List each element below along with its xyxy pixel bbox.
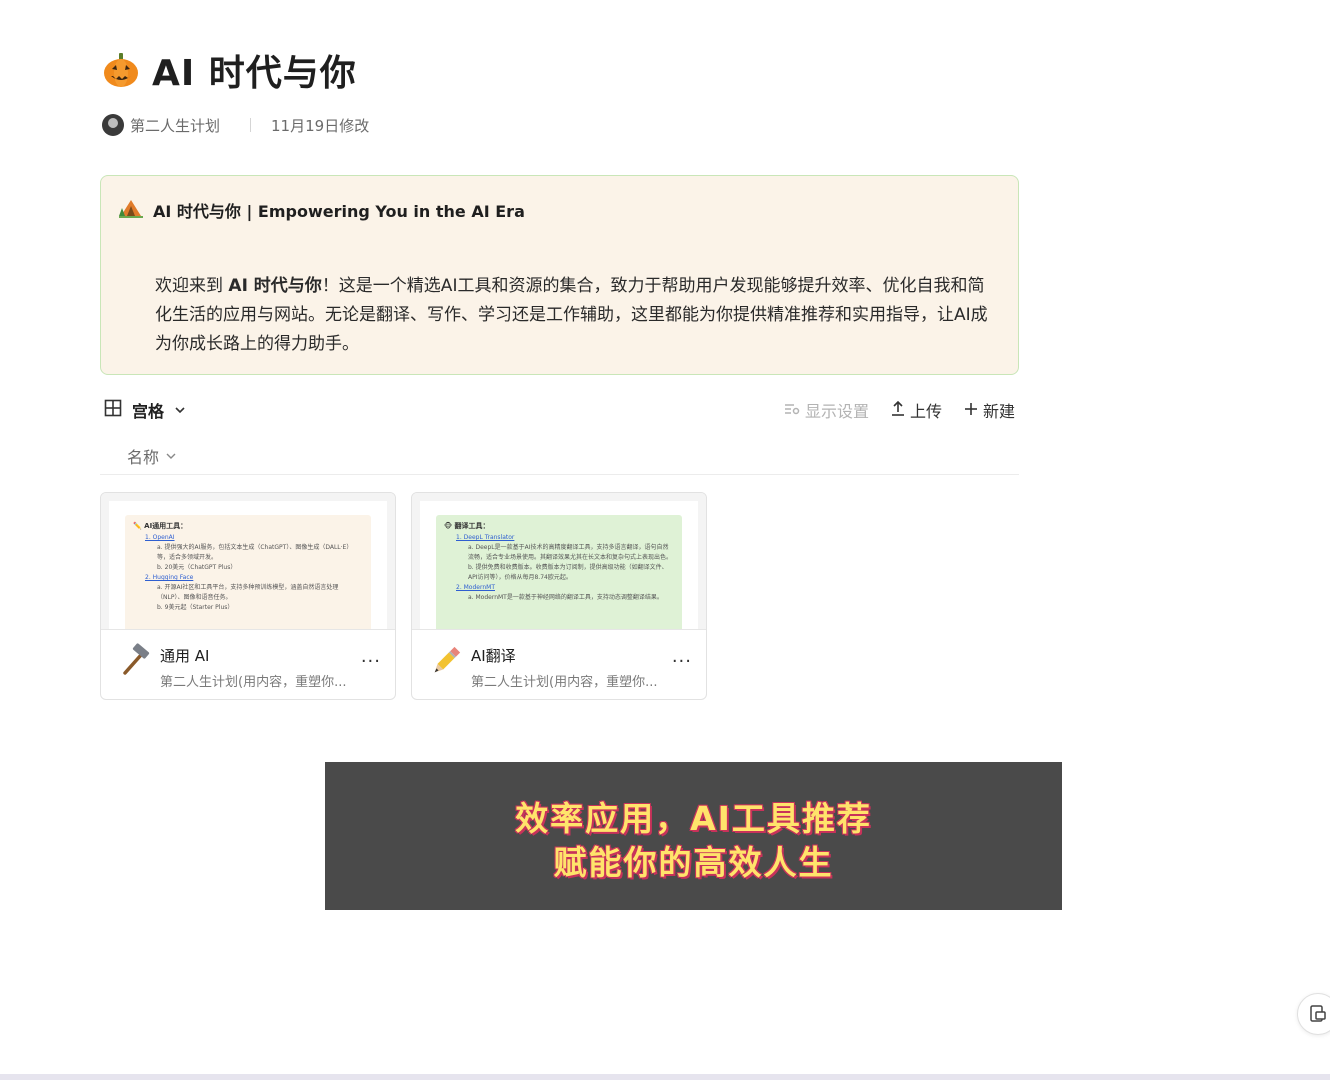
preview-item: b. 提供免费和收费版本。收费版本为订阅制，提供高级功能（如翻译文件、API访问… — [468, 564, 668, 581]
toolbar-divider — [100, 474, 1019, 475]
grid-icon — [104, 399, 122, 421]
plus-icon — [964, 401, 978, 420]
preview-page: 🐵 翻译工具： 1. DeepL Translator a. DeepL是一款基… — [420, 501, 698, 629]
preview-heading: 🐵 翻译工具： — [444, 522, 490, 530]
page-meta: 第二人生计划 11月19日修改 — [102, 114, 369, 136]
callout-body: 欢迎来到 AI 时代与你！这是一个精选AI工具和资源的集合，致力于帮助用户发现能… — [155, 272, 995, 359]
more-options-button[interactable]: ··· — [361, 651, 381, 672]
preview-callout: 🐵 翻译工具： 1. DeepL Translator a. DeepL是一款基… — [436, 515, 682, 629]
callout-text-lead: 欢迎来到 — [155, 276, 229, 296]
pencil-icon — [428, 643, 464, 679]
callout-title: AI 时代与你 | Empowering You in the AI Era — [153, 202, 525, 221]
gallery-card-general-ai[interactable]: ✏️ AI通用工具： 1. OpenAI a. 提供强大的AI服务，包括文本生成… — [100, 492, 396, 700]
preview-item: 2. Hugging Face — [145, 574, 194, 581]
document-icon — [1309, 1004, 1327, 1028]
preview-item: 1. OpenAI — [145, 534, 175, 541]
new-label: 新建 — [982, 402, 1015, 421]
card-title: AI翻译 — [471, 647, 516, 665]
card-footer: AI翻译 第二人生计划(用内容，重塑你... ··· — [412, 629, 706, 699]
display-settings-button[interactable]: 显示设置 — [784, 398, 869, 422]
preview-callout: ✏️ AI通用工具： 1. OpenAI a. 提供强大的AI服务，包括文本生成… — [125, 515, 371, 629]
upload-button[interactable]: 上传 — [891, 398, 942, 422]
toolbar-actions: 显示设置 上传 新建 — [784, 398, 1015, 422]
sort-by-name[interactable]: 名称 — [127, 444, 177, 468]
pumpkin-icon[interactable] — [102, 51, 140, 89]
view-label: 宫格 — [132, 402, 165, 421]
view-switcher[interactable]: 宫格 — [104, 398, 186, 422]
hammer-icon — [117, 643, 153, 679]
card-subtitle: 第二人生计划(用内容，重塑你... — [160, 675, 347, 690]
preview-item: a. 开源AI社区和工具平台，支持多种预训练模型，涵盖自然语言处理（NLP）、图… — [157, 584, 339, 601]
gallery-card-ai-translate[interactable]: 🐵 翻译工具： 1. DeepL Translator a. DeepL是一款基… — [411, 492, 707, 700]
banner-line-2: 赋能你的高效人生 — [553, 843, 834, 882]
page-title[interactable]: AI 时代与你 — [152, 44, 357, 96]
preview-item: a. ModernMT是一款基于神经网络的翻译工具，支持动态调整翻译结果。 — [468, 594, 663, 601]
preview-heading: ✏️ AI通用工具： — [133, 522, 188, 530]
card-preview: ✏️ AI通用工具： 1. OpenAI a. 提供强大的AI服务，包括文本生成… — [101, 493, 395, 630]
preview-item: a. 提供强大的AI服务，包括文本生成（ChatGPT）、图像生成（DALL·E… — [157, 544, 353, 561]
chevron-down-icon — [174, 401, 186, 420]
upload-label: 上传 — [909, 402, 942, 421]
avatar[interactable] — [102, 114, 124, 136]
card-title: 通用 AI — [160, 647, 210, 665]
author-name[interactable]: 第二人生计划 — [130, 115, 220, 136]
new-button[interactable]: 新建 — [964, 398, 1015, 422]
card-preview: 🐵 翻译工具： 1. DeepL Translator a. DeepL是一款基… — [412, 493, 706, 630]
chevron-down-icon — [165, 447, 177, 466]
sort-label: 名称 — [127, 448, 160, 467]
card-footer: 通用 AI 第二人生计划(用内容，重塑你... ··· — [101, 629, 395, 699]
bottom-bar — [0, 1074, 1330, 1080]
page-header: AI 时代与你 — [102, 44, 357, 96]
floating-action-button[interactable] — [1297, 993, 1330, 1035]
preview-item: b. 9美元起（Starter Plus） — [157, 604, 234, 611]
callout-header: AI 时代与你 | Empowering You in the AI Era — [119, 198, 525, 222]
intro-callout: AI 时代与你 | Empowering You in the AI Era 欢… — [100, 175, 1019, 375]
settings-list-icon — [784, 401, 800, 420]
database-toolbar: 宫格 显示设置 上传 新建 — [100, 396, 1019, 424]
display-settings-label: 显示设置 — [804, 402, 869, 421]
upload-icon — [891, 400, 905, 420]
modified-time: 11月19日修改 — [271, 116, 370, 135]
card-subtitle: 第二人生计划(用内容，重塑你... — [471, 675, 658, 690]
preview-item: 1. DeepL Translator — [456, 534, 515, 541]
callout-text-bold: AI 时代与你 — [228, 276, 322, 296]
camping-icon — [119, 198, 143, 222]
more-options-button[interactable]: ··· — [672, 651, 692, 672]
preview-item: a. DeepL是一款基于AI技术的高精度翻译工具，支持多语言翻译，语句自然流畅… — [468, 544, 673, 561]
preview-item: 2. ModernMT — [456, 584, 495, 591]
preview-page: ✏️ AI通用工具： 1. OpenAI a. 提供强大的AI服务，包括文本生成… — [109, 501, 387, 629]
promo-banner: 效率应用，AI工具推荐 赋能你的高效人生 — [325, 762, 1062, 910]
banner-line-1: 效率应用，AI工具推荐 — [515, 799, 872, 838]
meta-divider — [250, 118, 252, 132]
preview-item: b. 20美元（ChatGPT Plus） — [157, 564, 237, 571]
